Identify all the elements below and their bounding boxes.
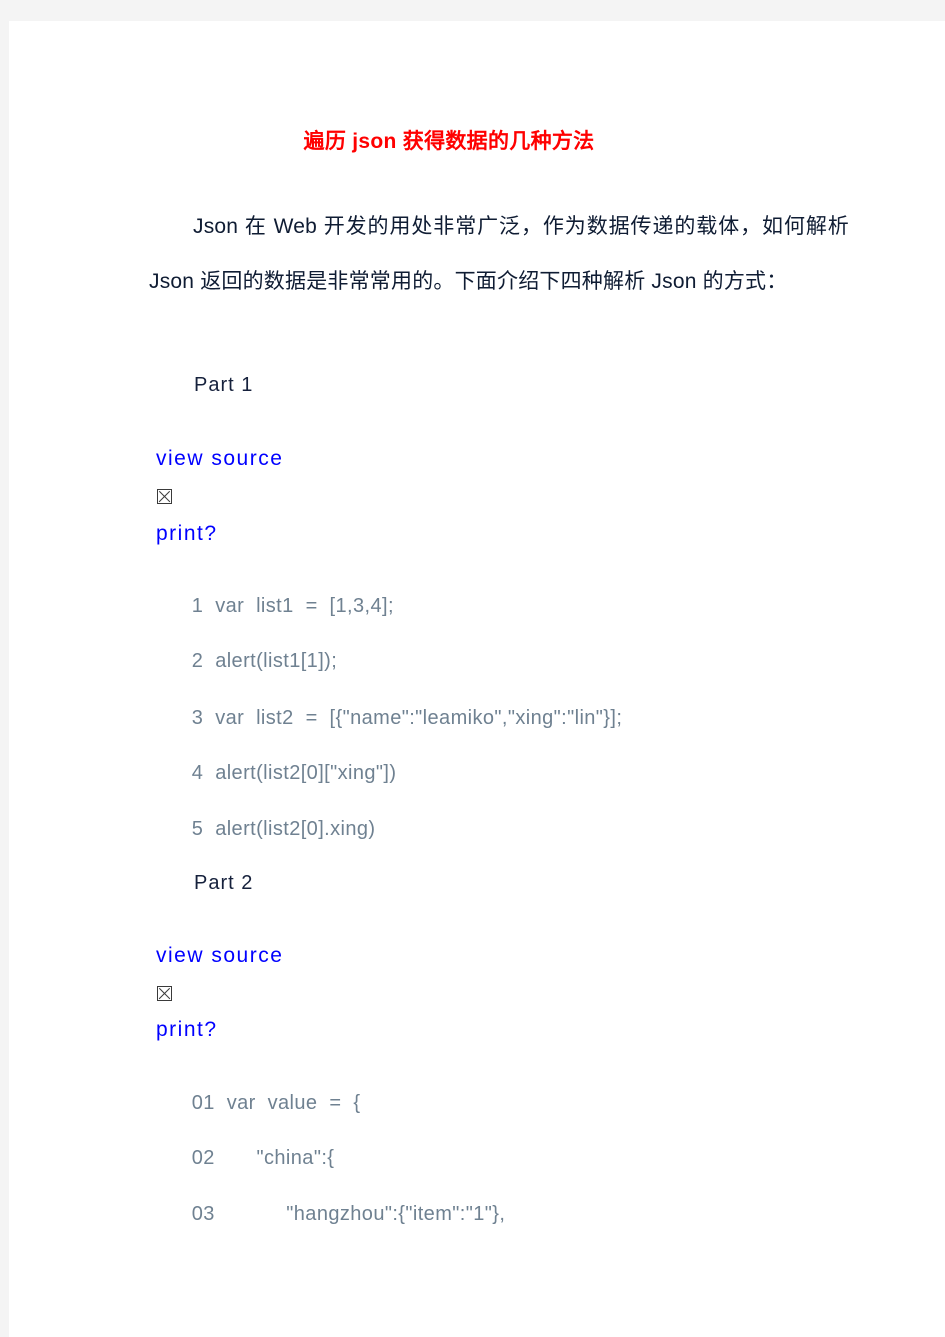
code-line-text: alert(list1[1]); [215, 650, 338, 672]
code-line-number: 1 [191, 595, 216, 617]
view-source-link-part-1[interactable]: view source [156, 447, 283, 471]
missing-glyph-box-icon-part-1 [157, 489, 172, 504]
code-line-text: var list1 = [1,3,4]; [215, 595, 394, 617]
code-line-text: "china":{ [226, 1147, 335, 1169]
print-link-part-2[interactable]: print? [156, 1018, 218, 1042]
code-line-number: 4 [191, 762, 216, 784]
intro-paragraph: Json 在 Web 开发的用处非常广泛，作为数据传递的载体，如何解析 Json… [149, 215, 849, 293]
code-line-number: 02 [191, 1147, 227, 1169]
code-line-number: 5 [191, 818, 216, 840]
code-line-number: 03 [191, 1203, 227, 1225]
code-line-text: var list2 = [{"name":"leamiko","xing":"l… [215, 707, 623, 729]
code-line-number: 3 [191, 707, 216, 729]
code-line-number: 2 [191, 650, 216, 672]
code-line-number: 01 [191, 1092, 227, 1114]
code-line-text: alert(list2[0]["xing"]) [215, 762, 397, 784]
document-content: 遍历 json 获得数据的几种方法 Json 在 Web 开发的用处非常广泛，作… [9, 21, 945, 1337]
page-title: 遍历 json 获得数据的几种方法 [303, 130, 595, 153]
document-page: 遍历 json 获得数据的几种方法 Json 在 Web 开发的用处非常广泛，作… [9, 21, 945, 1337]
section-heading-part-1: Part 1 [194, 374, 254, 396]
code-line: 5 alert(list2[0].xing) [156, 795, 375, 864]
view-source-link-part-2[interactable]: view source [156, 944, 283, 968]
missing-glyph-box-icon-part-2 [157, 986, 172, 1001]
code-line-text: var value = { [226, 1092, 361, 1114]
code-line-text: alert(list2[0].xing) [215, 818, 376, 840]
print-link-part-1[interactable]: print? [156, 522, 218, 546]
code-line: 03 "hangzhou":{"item":"1"}, [156, 1180, 505, 1249]
section-heading-part-2: Part 2 [194, 872, 254, 894]
code-line-text: "hangzhou":{"item":"1"}, [226, 1203, 506, 1225]
